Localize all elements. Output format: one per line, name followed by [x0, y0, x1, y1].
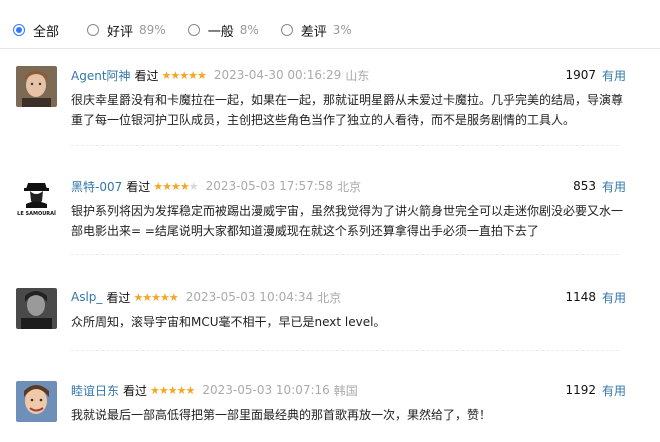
username-link[interactable]: Agent阿神	[71, 67, 131, 84]
filter-positive[interactable]: 好评 89%	[87, 21, 166, 40]
radio-negative[interactable]	[280, 24, 293, 36]
filter-negative-label: 差评	[300, 24, 327, 40]
username-link[interactable]: Aslp_	[71, 290, 102, 304]
comment-divider	[71, 254, 619, 255]
filter-positive-pct: 89%	[139, 23, 166, 37]
username-link[interactable]: 黑特-007	[71, 178, 122, 195]
comment-meta: Aslp_ 看过 ★★★★★ 2023-05-03 10:04:34 北京	[71, 288, 341, 306]
rating-stars: ★★★★★	[133, 290, 178, 304]
rating-stars: ★★★★★	[161, 68, 207, 82]
comment-time: 2023-05-03 10:07:16	[202, 383, 330, 397]
vote-area: 1907 有用	[565, 66, 626, 84]
vote-count: 853	[573, 179, 596, 193]
vote-area: 1148 有用	[565, 288, 626, 306]
filter-neutral-pct: 8%	[239, 23, 259, 37]
watched-label: 看过	[123, 383, 148, 398]
rating-stars: ★★★★★	[153, 179, 198, 193]
rating-stars: ★★★★★	[150, 383, 195, 397]
filter-all-label: 全部	[33, 24, 60, 40]
comment-location: 山东	[345, 68, 370, 83]
useful-button[interactable]: 有用	[602, 178, 626, 195]
comment-time: 2023-04-30 00:16:29	[213, 68, 342, 82]
comment-meta: Agent阿神 看过 ★★★★★ 2023-04-30 00:16:29 山东	[71, 66, 369, 84]
filter-neutral-label: 一般	[207, 24, 234, 40]
comment-location: 韩国	[333, 383, 358, 398]
useful-button[interactable]: 有用	[602, 67, 626, 84]
comment-meta: 黑特-007 看过 ★★★★★ 2023-05-03 17:57:58 北京	[71, 177, 361, 195]
watched-label: 看过	[126, 179, 151, 194]
watched-label: 看过	[106, 290, 131, 305]
comment-text: 众所周知，滚导宇宙和MCU毫不相干，早已是next level。	[71, 315, 386, 329]
comment-text: 很庆幸星爵没有和卡魔拉在一起，如果在一起，那就证明星爵从未爱过卡魔拉。几乎完美的…	[71, 93, 624, 127]
vote-area: 1192 有用	[565, 381, 626, 399]
vote-area: 853 有用	[573, 177, 626, 195]
comment-time: 2023-05-03 10:04:34	[185, 290, 314, 304]
radio-neutral[interactable]	[187, 24, 200, 36]
filter-neutral[interactable]: 一般 8%	[187, 21, 259, 40]
avatar[interactable]	[16, 66, 57, 107]
comment-text: 银护系列将因为发挥稳定而被踢出漫威宇宙，虽然我觉得为了讲火箭身世完全可以走迷你剧…	[71, 204, 624, 238]
vote-count: 1907	[565, 68, 596, 82]
watched-label: 看过	[134, 68, 159, 83]
comment-location: 北京	[317, 290, 342, 305]
avatar-caption: LE SAMOURAÏ	[17, 210, 56, 217]
useful-button[interactable]: 有用	[602, 382, 626, 399]
rating-filter-bar: 全部 好评 89% 一般 8% 差评 3%	[13, 19, 374, 41]
filter-all[interactable]: 全部	[13, 21, 65, 40]
filter-negative-pct: 3%	[332, 23, 352, 37]
comment-location: 北京	[337, 179, 362, 194]
comment-divider	[71, 350, 619, 351]
filter-positive-label: 好评	[107, 24, 134, 40]
radio-positive[interactable]	[87, 24, 100, 36]
comment-divider	[71, 145, 619, 146]
avatar[interactable]	[16, 288, 57, 329]
divider	[0, 48, 660, 49]
radio-all[interactable]	[13, 24, 25, 36]
comment-meta: 睦谊日东 看过 ★★★★★ 2023-05-03 10:07:16 韩国	[71, 381, 358, 399]
useful-button[interactable]: 有用	[602, 289, 626, 306]
vote-count: 1192	[565, 383, 596, 397]
avatar[interactable]: LE SAMOURAÏ	[16, 177, 57, 218]
avatar[interactable]	[16, 381, 57, 422]
filter-negative[interactable]: 差评 3%	[280, 21, 352, 40]
username-link[interactable]: 睦谊日东	[71, 382, 119, 399]
comment-text: 我就说最后一部高低得把第一部里面最经典的那首歌再放一次，果然给了，赞！	[71, 408, 492, 422]
comment-time: 2023-05-03 17:57:58	[205, 179, 334, 193]
vote-count: 1148	[565, 290, 596, 304]
